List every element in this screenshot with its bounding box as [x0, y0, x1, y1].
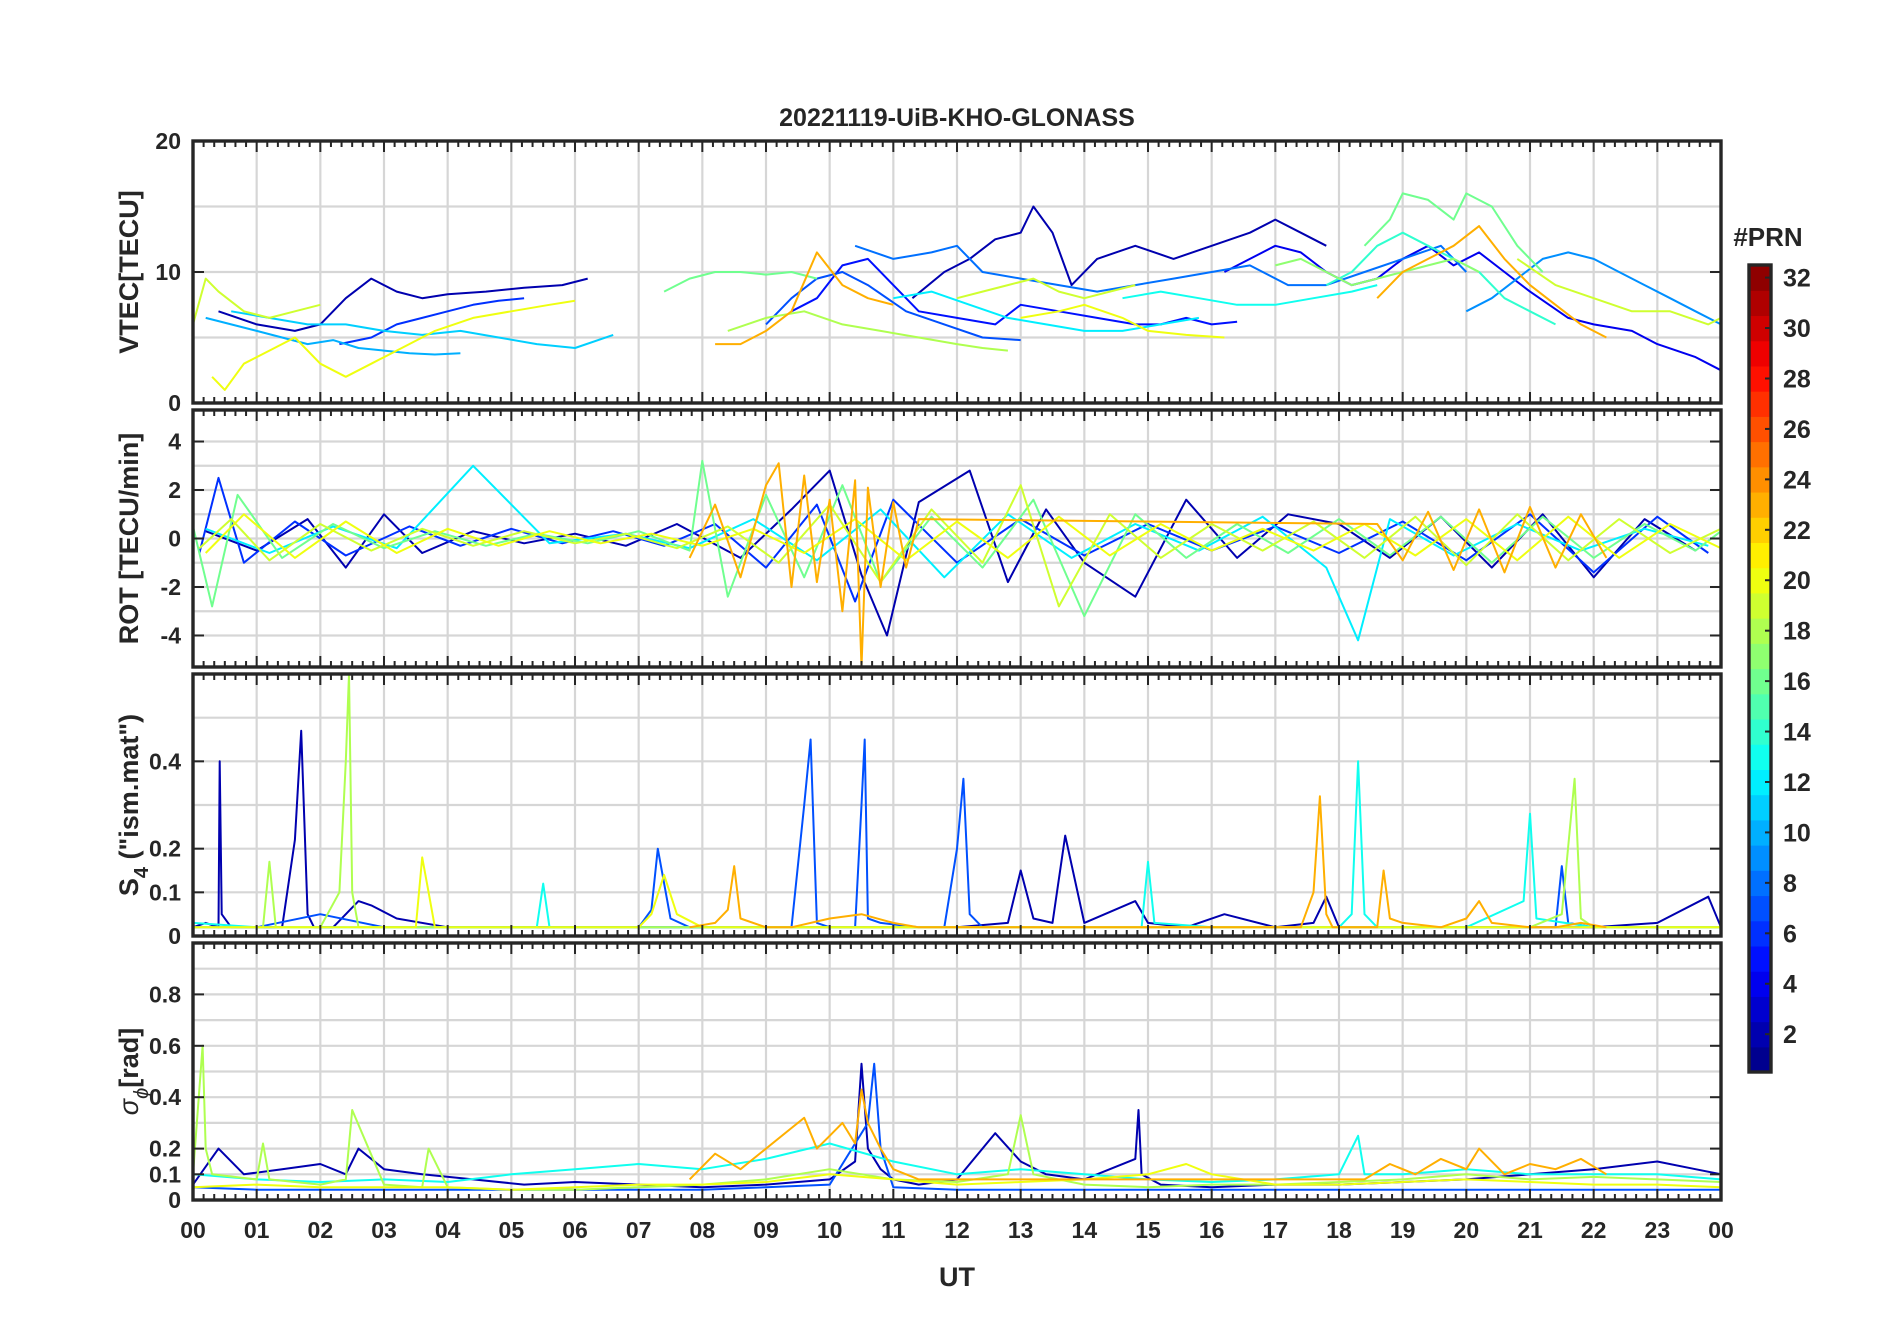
colorbar-tick-label: 12 — [1783, 769, 1811, 797]
colorbar-tick-label: 2 — [1783, 1021, 1797, 1049]
y-tick-label: -4 — [161, 622, 182, 648]
colorbar: 2468101214161820222426283032 — [1747, 263, 1811, 1074]
y-tick-label: 0 — [168, 526, 181, 552]
x-tick-label: 00 — [1708, 1217, 1734, 1243]
chart-title: 20221119-UiB-KHO-GLONASS — [779, 104, 1135, 132]
colorbar-swatch — [1749, 592, 1771, 619]
colorbar-tick-label: 14 — [1783, 719, 1811, 747]
x-tick-label: 15 — [1135, 1217, 1161, 1243]
colorbar-tick-label: 6 — [1783, 920, 1797, 948]
colorbar-tick-label: 28 — [1783, 365, 1811, 393]
colorbar-tick-label: 10 — [1783, 819, 1811, 847]
series-line-prn-10 — [205, 316, 461, 356]
x-tick-label: 11 — [881, 1217, 906, 1243]
y-tick-label: 2 — [168, 477, 181, 503]
y-tick-label: 0 — [168, 1187, 181, 1213]
colorbar-swatch — [1749, 945, 1771, 972]
y-tick-label: 4 — [168, 429, 181, 455]
figure: 20221119-UiB-KHO-GLONASS 01020VTEC[TECU]… — [114, 104, 1811, 1292]
y-tick-label: 0.2 — [149, 1136, 181, 1162]
y-axis-label: ROT [TECU/min] — [114, 433, 144, 644]
colorbar-tick-label: 16 — [1783, 668, 1811, 696]
y-axis-label: VTEC[TECU] — [114, 190, 144, 354]
series-line-prn-16 — [663, 271, 818, 293]
x-tick-label: 19 — [1390, 1217, 1416, 1243]
colorbar-swatch — [1749, 441, 1771, 468]
colorbar-swatch — [1749, 693, 1771, 720]
y-tick-label: 0.8 — [149, 981, 181, 1007]
panel-rot: -4 -2 0 2 4 ROT [TECU/min] — [114, 408, 1723, 669]
x-axis-label: UT — [939, 1262, 975, 1292]
panels: 01020VTEC[TECU]-4-2024ROT [TECU/min]00.1… — [114, 128, 1723, 1213]
x-tick-label: 14 — [1072, 1217, 1098, 1243]
colorbar-tick-label: 30 — [1783, 315, 1811, 343]
colorbar-tick-label: 18 — [1783, 618, 1811, 646]
colorbar-swatch — [1749, 491, 1771, 518]
x-tick-label: 12 — [944, 1217, 970, 1243]
x-tick-label: 05 — [499, 1217, 525, 1243]
y-axis-label: S4 ("ism.mat") — [114, 714, 153, 896]
x-tick-label: 23 — [1645, 1217, 1671, 1243]
series-line-prn-5 — [791, 257, 1238, 326]
x-tick-label: 20 — [1454, 1217, 1480, 1243]
colorbar-swatch — [1749, 340, 1771, 367]
panel-vtec: 0 10 20 VTEC[TECU] — [114, 128, 1723, 416]
colorbar-swatch — [1749, 794, 1771, 821]
colorbar-swatch — [1749, 996, 1771, 1023]
series-line-prn-19 — [956, 277, 1136, 300]
series-line-prn-12 — [893, 290, 1200, 332]
colorbar-tick-label: 8 — [1783, 870, 1797, 898]
x-tick-label: 22 — [1581, 1217, 1607, 1243]
colorbar-tick-label: 24 — [1783, 466, 1811, 494]
x-tick-label: 13 — [1008, 1217, 1034, 1243]
x-tick-label: 08 — [690, 1217, 716, 1243]
y-tick-label: 0.4 — [149, 748, 181, 774]
y-tick-label: 0.2 — [149, 836, 181, 862]
y-tick-label: 0.1 — [149, 879, 181, 905]
y-tick-label: 0.6 — [149, 1033, 181, 1059]
y-tick-label: 0.1 — [149, 1161, 181, 1187]
x-tick-label: 21 — [1517, 1217, 1543, 1243]
colorbar-tick-label: 26 — [1783, 416, 1811, 444]
panel-s4: 0 0.1 0.2 0.4S4 ("ism.mat") — [114, 672, 1723, 949]
colorbar-tick-label: 22 — [1783, 517, 1811, 545]
y-tick-label: 20 — [155, 128, 181, 154]
colorbar-swatch — [1749, 290, 1771, 317]
x-tick-label: 18 — [1326, 1217, 1352, 1243]
colorbar-swatch — [1749, 845, 1771, 871]
colorbar-tick-label: 4 — [1783, 971, 1797, 999]
x-tick-label: 16 — [1199, 1217, 1225, 1243]
y-tick-label: 0 — [168, 390, 181, 416]
colorbar-title: #PRN — [1733, 222, 1802, 252]
colorbar-tick-label: 32 — [1783, 265, 1811, 293]
colorbar-swatch — [1749, 744, 1771, 770]
series-line-prn-23 — [715, 251, 894, 346]
colorbar-swatch — [1749, 895, 1771, 922]
y-tick-label: -2 — [161, 574, 181, 600]
y-tick-label: 0 — [168, 923, 181, 949]
series-line-prn-20 — [211, 299, 576, 391]
x-axis-tick-labels: 00 01 02 03 04 05 06 07 08 09 10 11 12 13 14 15 16 17 18 19… — [180, 1217, 1734, 1243]
colorbar-swatch — [1749, 643, 1771, 670]
colorbar-swatch — [1749, 391, 1771, 417]
series-line-prn-23 — [1376, 225, 1607, 339]
y-tick-label: 0.4 — [149, 1084, 181, 1110]
colorbar-swatch — [1749, 1046, 1771, 1073]
x-tick-label: 01 — [244, 1217, 270, 1243]
x-tick-label: 17 — [1263, 1217, 1289, 1243]
colorbar-tick-label: 20 — [1783, 567, 1811, 595]
panel-sigma: 00.10.2 0.4 0.6 0.8 σϕ[rad] — [114, 941, 1723, 1213]
x-tick-label: 09 — [753, 1217, 779, 1243]
colorbar-swatch — [1749, 542, 1771, 569]
x-tick-label: 10 — [817, 1217, 843, 1243]
y-tick-label: 10 — [155, 259, 181, 285]
series-line-prn-19 — [1516, 258, 1721, 326]
x-tick-label: 00 — [180, 1217, 206, 1243]
x-tick-label: 03 — [371, 1217, 397, 1243]
x-tick-label: 04 — [435, 1217, 461, 1243]
x-tick-label: 07 — [626, 1217, 652, 1243]
y-axis-label: σϕ[rad] — [114, 1028, 153, 1115]
x-tick-label: 02 — [308, 1217, 334, 1243]
x-tick-label: 06 — [562, 1217, 588, 1243]
